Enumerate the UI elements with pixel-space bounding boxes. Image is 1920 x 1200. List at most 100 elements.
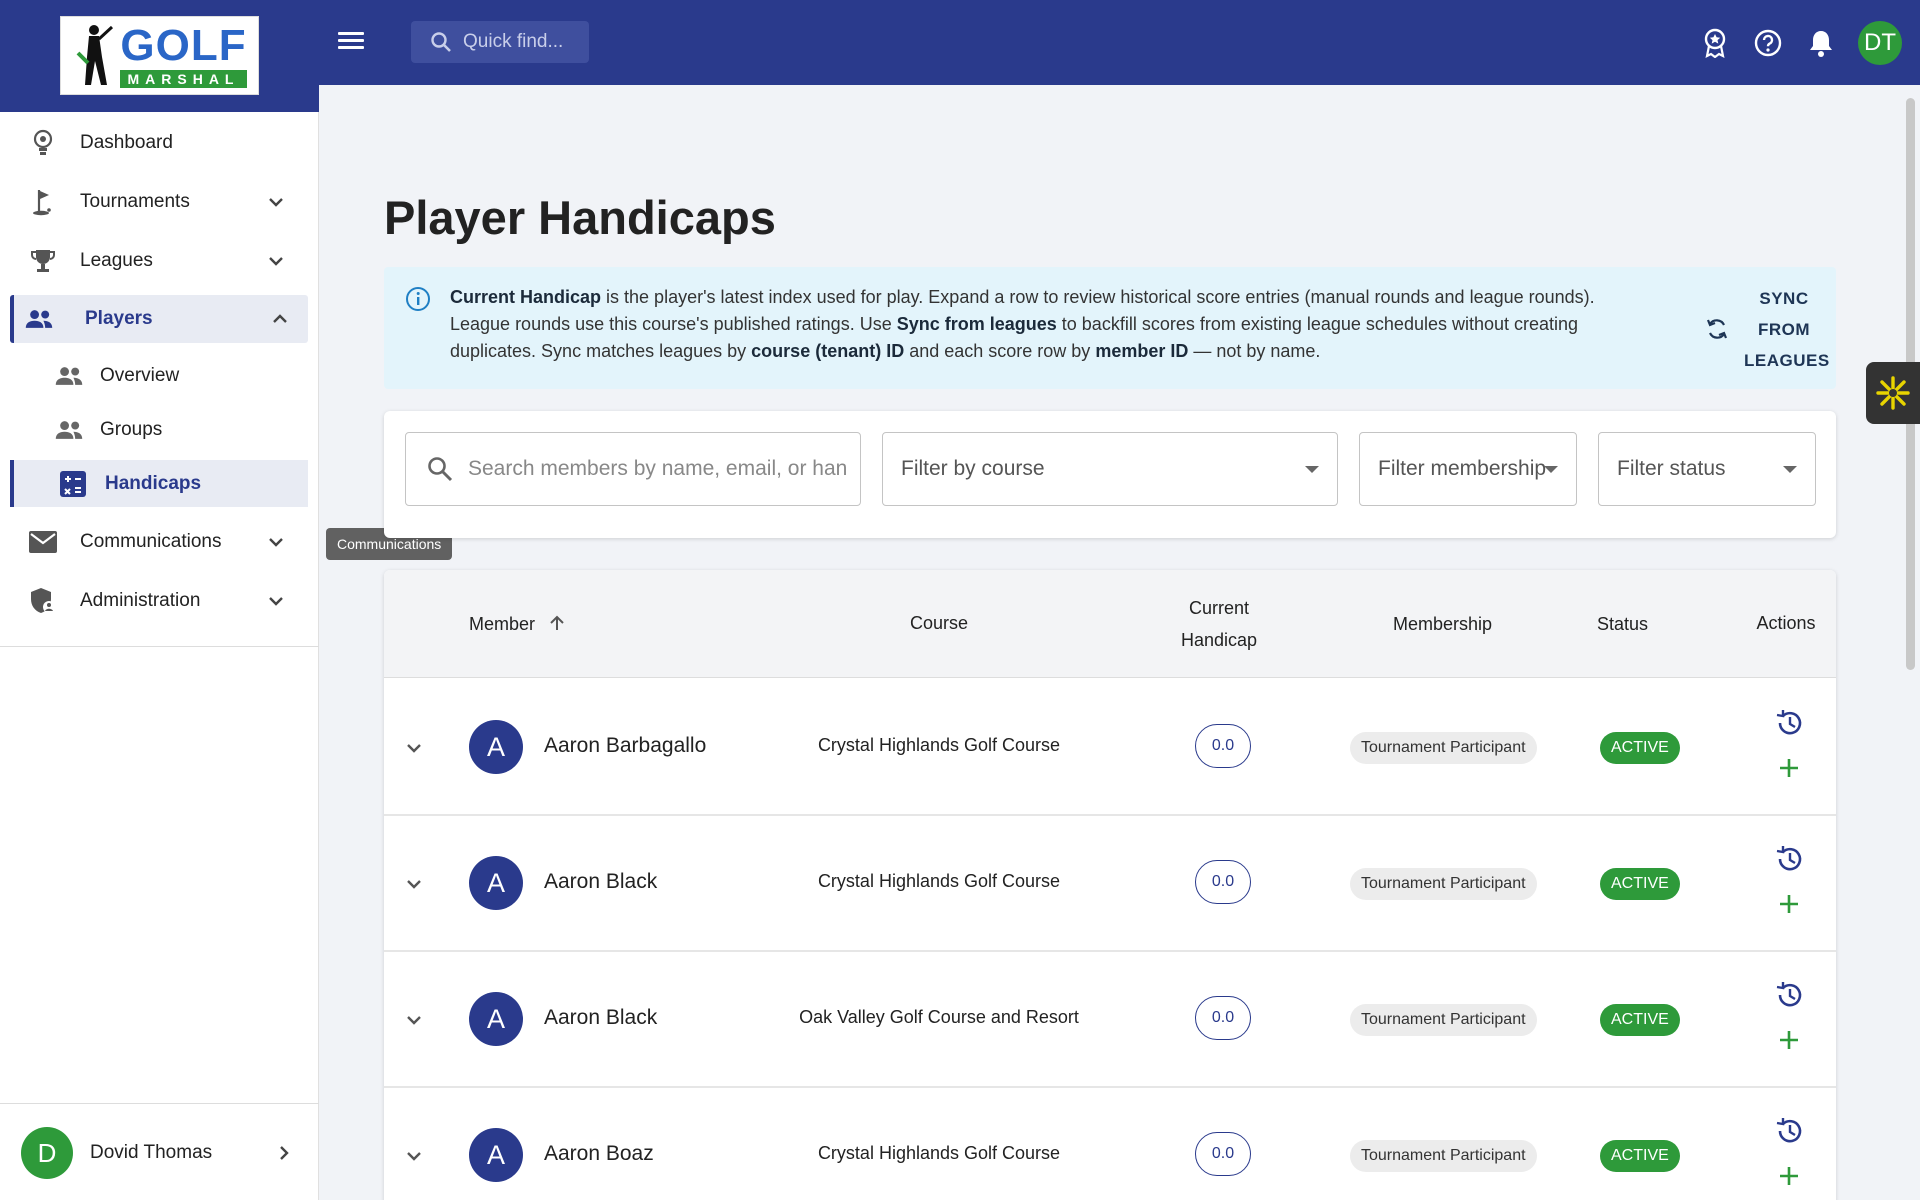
sidebar-item-communications[interactable]: Communications	[0, 517, 319, 567]
add-score-icon[interactable]	[1777, 892, 1801, 916]
sidebar-item-leagues[interactable]: Leagues	[0, 236, 319, 286]
sidebar-item-administration[interactable]: Administration	[0, 576, 319, 626]
avatar: D	[21, 1127, 73, 1179]
course-filter-label: Filter by course	[901, 457, 1045, 480]
course-name: Crystal Highlands Golf Course	[817, 871, 1061, 891]
chevron-up-icon	[273, 314, 287, 323]
column-label: Handicap	[1180, 630, 1258, 650]
trophy-icon	[28, 246, 58, 276]
sidebar-user-row[interactable]: D Dovid Thomas	[0, 1103, 319, 1200]
chevron-right-icon	[280, 1146, 289, 1160]
member-name: Aaron Black	[544, 1006, 658, 1029]
handicap-chip: 0.0	[1195, 996, 1251, 1040]
sync-label-line: LEAGUES	[1744, 351, 1830, 370]
course-name: Crystal Highlands Golf Course	[817, 1143, 1061, 1163]
sync-label-line: FROM	[1757, 320, 1811, 339]
admin-shield-icon	[28, 586, 58, 616]
info-text: Current Handicap is the player's latest …	[450, 284, 1650, 365]
chevron-down-icon	[269, 538, 283, 547]
actions-column-header: Actions	[1756, 613, 1816, 633]
expand-row-icon[interactable]	[402, 1144, 426, 1168]
sidebar-subitem-overview[interactable]: Overview	[0, 353, 319, 399]
logo-subtext: MARSHAL	[120, 69, 247, 88]
sync-from-leagues-button[interactable]: SYNC FROM LEAGUES	[1704, 283, 1834, 373]
sidebar-subitem-label: Overview	[100, 365, 180, 386]
sidebar-item-label: Communications	[80, 531, 222, 552]
status-filter-select[interactable]: Filter status	[1598, 432, 1816, 506]
status-badge: ACTIVE	[1600, 1140, 1680, 1172]
feedback-widget[interactable]	[1866, 362, 1920, 424]
people-icon	[24, 304, 54, 334]
member-search-field[interactable]: Search members by name, email, or handic…	[405, 432, 861, 506]
golfer-icon	[76, 24, 114, 85]
history-icon[interactable]	[1774, 980, 1804, 1010]
expand-row-icon[interactable]	[402, 1008, 426, 1032]
membership-chip: Tournament Participant	[1350, 868, 1537, 900]
sidebar-item-tournaments[interactable]: Tournaments	[0, 177, 319, 227]
member-name: Aaron Black	[544, 870, 658, 893]
history-icon[interactable]	[1774, 844, 1804, 874]
top-app-bar: Quick find... DT	[0, 0, 1920, 85]
sidebar-subitem-handicaps[interactable]: Handicaps	[10, 460, 308, 507]
member-name: Aaron Barbagallo	[544, 734, 707, 757]
award-icon[interactable]	[1695, 23, 1735, 63]
status-badge: ACTIVE	[1600, 868, 1680, 900]
sidebar-item-players[interactable]: Players	[10, 295, 308, 343]
membership-filter-select[interactable]: Filter membership	[1359, 432, 1577, 506]
search-icon	[431, 32, 451, 52]
info-bold: Sync from leagues	[896, 314, 1057, 334]
search-icon	[428, 457, 453, 482]
sidebar-item-dashboard[interactable]: Dashboard	[0, 118, 319, 168]
sidebar-subitem-label: Groups	[100, 419, 163, 440]
table-header: Member Course Current Handicap Membershi…	[384, 570, 1836, 678]
sidebar-subitem-label: Handicaps	[105, 472, 202, 494]
user-avatar[interactable]: DT	[1858, 20, 1902, 65]
history-icon[interactable]	[1774, 1116, 1804, 1146]
table-row: A Aaron Barbagallo Crystal Highlands Gol…	[384, 680, 1836, 816]
info-icon	[406, 287, 430, 311]
column-label: Member	[469, 614, 536, 634]
table-row: A Aaron Black Crystal Highlands Golf Cou…	[384, 816, 1836, 952]
avatar: A	[469, 720, 523, 774]
info-span: — not by name.	[1188, 341, 1321, 361]
course-filter-select[interactable]: Filter by course	[882, 432, 1338, 506]
avatar: A	[469, 856, 523, 910]
people-icon	[54, 415, 84, 445]
mail-icon	[28, 527, 58, 557]
add-score-icon[interactable]	[1777, 1028, 1801, 1052]
help-icon[interactable]	[1748, 23, 1788, 63]
quick-find-input[interactable]: Quick find...	[411, 21, 589, 63]
add-score-icon[interactable]	[1777, 1164, 1801, 1188]
column-label: Current	[1188, 598, 1250, 618]
lightbulb-icon	[28, 128, 58, 158]
bell-icon[interactable]	[1801, 23, 1841, 63]
info-bold: course (tenant) ID	[751, 341, 905, 361]
dropdown-arrow-icon	[1544, 466, 1558, 473]
sidebar: Dashboard Tournaments Leagues Players Ov…	[0, 112, 319, 1200]
sidebar-item-label: Players	[85, 308, 153, 329]
sidebar-subitem-groups[interactable]: Groups	[0, 407, 319, 453]
add-score-icon[interactable]	[1777, 756, 1801, 780]
status-badge: ACTIVE	[1600, 732, 1680, 764]
expand-row-icon[interactable]	[402, 872, 426, 896]
membership-filter-label: Filter membership	[1378, 457, 1547, 480]
member-column-header[interactable]: Member	[469, 608, 566, 640]
history-icon[interactable]	[1774, 708, 1804, 738]
golf-marshal-logo[interactable]: GOLF MARSHAL	[60, 16, 259, 95]
golf-flag-icon	[28, 187, 58, 217]
handicap-chip: 0.0	[1195, 1132, 1251, 1176]
sort-ascending-icon	[550, 615, 564, 630]
chevron-down-icon	[269, 257, 283, 266]
handicap-column-header: Current Handicap	[1164, 592, 1274, 656]
membership-column-header: Membership	[1392, 614, 1493, 634]
info-bold: Current Handicap	[450, 287, 602, 307]
table-row: A Aaron Boaz Crystal Highlands Golf Cour…	[384, 1088, 1836, 1200]
membership-chip: Tournament Participant	[1350, 1004, 1537, 1036]
sync-label-line: SYNC	[1759, 289, 1809, 308]
info-bold: member ID	[1095, 341, 1189, 361]
expand-row-icon[interactable]	[402, 736, 426, 760]
membership-chip: Tournament Participant	[1350, 732, 1537, 764]
sidebar-item-label: Tournaments	[80, 191, 190, 212]
membership-chip: Tournament Participant	[1350, 1140, 1537, 1172]
menu-icon[interactable]	[336, 28, 366, 58]
